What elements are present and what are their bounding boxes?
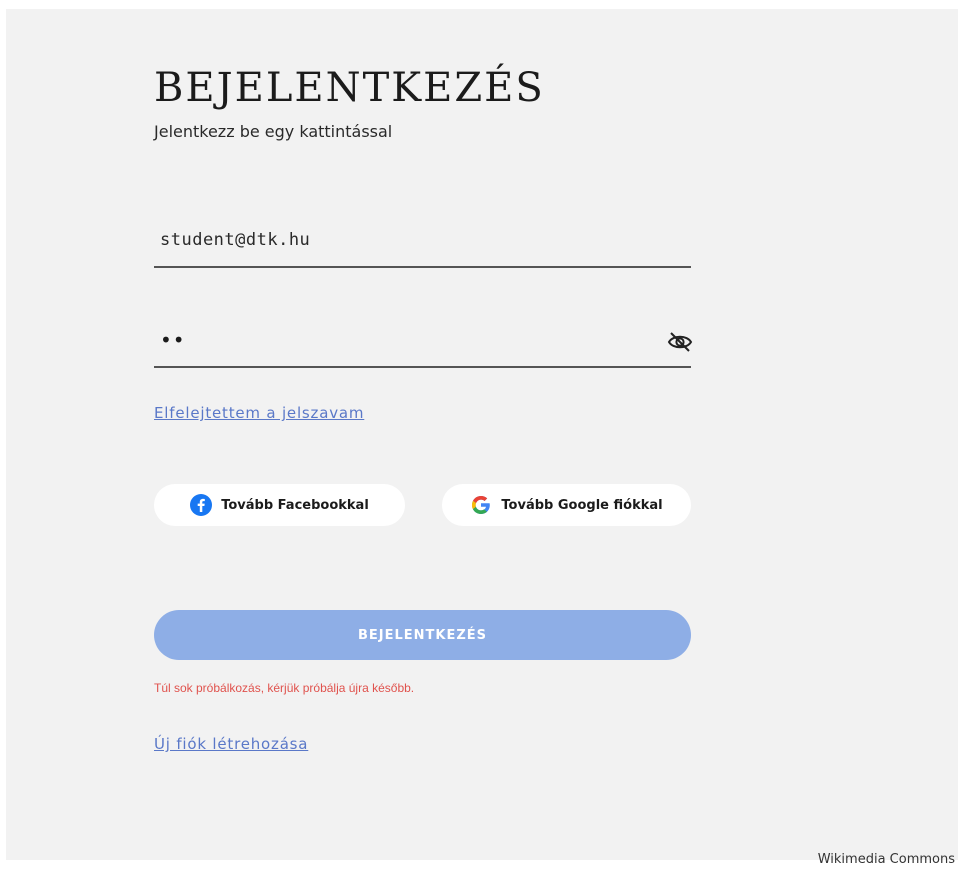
eye-slash-icon[interactable] xyxy=(667,330,693,354)
page-title: BEJELENTKEZÉS xyxy=(154,65,545,111)
login-submit-button[interactable]: BEJELENTKEZÉS xyxy=(154,610,691,660)
google-login-button[interactable]: Tovább Google fiókkal xyxy=(442,484,691,526)
facebook-login-button[interactable]: Tovább Facebookkal xyxy=(154,484,405,526)
email-value[interactable]: student@dtk.hu xyxy=(160,230,310,250)
create-account-link[interactable]: Új fiók létrehozása xyxy=(154,735,308,753)
google-icon xyxy=(470,494,492,516)
forgot-password-link[interactable]: Elfelejtettem a jelszavam xyxy=(154,404,364,422)
password-value[interactable]: •• xyxy=(160,328,186,352)
password-field[interactable]: •• xyxy=(154,318,693,368)
submit-button-label: BEJELENTKEZÉS xyxy=(357,627,488,643)
login-panel xyxy=(6,9,958,860)
facebook-icon xyxy=(190,494,213,516)
attribution-text: Wikimedia Commons xyxy=(817,852,955,867)
facebook-button-label: Tovább Facebookkal xyxy=(221,497,369,513)
google-button-label: Tovább Google fiókkal xyxy=(501,497,663,513)
error-message: Túl sok próbálkozás, kérjük próbálja újr… xyxy=(154,681,415,695)
page-subtitle: Jelentkezz be egy kattintással xyxy=(154,122,393,141)
email-field[interactable]: student@dtk.hu xyxy=(154,218,691,268)
